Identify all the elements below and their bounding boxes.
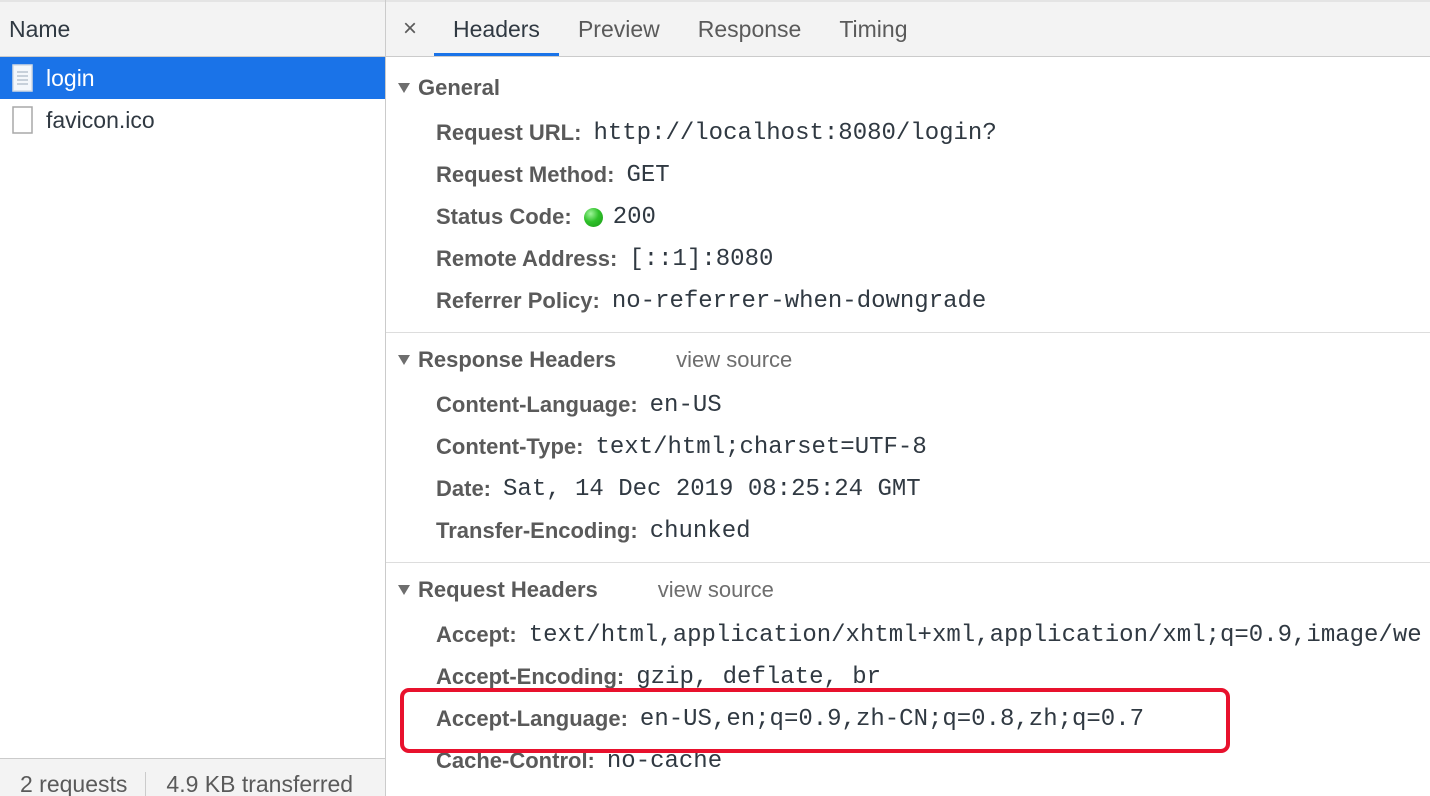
view-source-link[interactable]: view source <box>658 577 774 603</box>
tab-response[interactable]: Response <box>679 2 821 56</box>
header-value: gzip, deflate, br <box>636 663 882 691</box>
header-value: text/html;charset=UTF-8 <box>595 433 927 461</box>
blank-file-icon <box>12 106 33 134</box>
tab-preview[interactable]: Preview <box>559 2 679 56</box>
header-value: en-US,en;q=0.9,zh-CN;q=0.8,zh;q=0.7 <box>639 705 1145 733</box>
view-source-link[interactable]: view source <box>676 347 792 373</box>
tab-headers[interactable]: Headers <box>434 2 559 56</box>
status-ok-icon <box>583 207 603 227</box>
general-section-toggle[interactable]: General <box>386 67 1430 109</box>
request-count: 2 requests <box>20 771 128 796</box>
network-summary-bar: 2 requests 4.9 KB transferred <box>0 758 385 796</box>
response-headers-section: Response Headers view source Content-Lan… <box>386 333 1430 563</box>
section-title: Request Headers <box>418 577 598 602</box>
header-row: Transfer-Encoding: chunked <box>386 510 1430 552</box>
tab-timing[interactable]: Timing <box>820 2 926 56</box>
expand-triangle-icon <box>398 585 410 595</box>
header-key: Date: <box>436 476 492 501</box>
header-key: Request URL: <box>436 120 582 145</box>
details-tabbar: × Headers Preview Response Timing <box>386 0 1430 57</box>
header-value: no-referrer-when-downgrade <box>611 287 987 315</box>
header-key: Content-Type: <box>436 434 584 459</box>
header-key: Referrer Policy: <box>436 288 600 313</box>
header-value: 200 <box>612 203 656 231</box>
section-title: General <box>418 75 500 100</box>
response-headers-toggle[interactable]: Response Headers view source <box>386 339 1430 381</box>
header-row: Remote Address: [::1]:8080 <box>386 238 1430 280</box>
header-key: Accept-Encoding: <box>436 664 625 689</box>
header-key: Remote Address: <box>436 246 618 271</box>
header-value: [::1]:8080 <box>629 245 774 273</box>
name-column-header[interactable]: Name <box>0 0 385 57</box>
header-value: en-US <box>649 391 722 419</box>
request-headers-toggle[interactable]: Request Headers view source <box>386 569 1430 611</box>
header-value: http://localhost:8080/login? <box>593 119 997 147</box>
header-value: Sat, 14 Dec 2019 08:25:24 GMT <box>503 475 921 503</box>
header-row: Cache-Control: no-cache <box>386 740 1430 782</box>
request-list-pane: Name login favicon.ico 2 requests 4.9 KB… <box>0 0 386 796</box>
header-row: Accept-Encoding: gzip, deflate, br <box>386 656 1430 698</box>
header-value: GET <box>626 161 670 189</box>
header-row: Date: Sat, 14 Dec 2019 08:25:24 GMT <box>386 468 1430 510</box>
header-row: Status Code: 200 <box>386 196 1430 238</box>
header-key: Request Method: <box>436 162 615 187</box>
request-row-login[interactable]: login <box>0 57 385 99</box>
devtools-network-panel: Name login favicon.ico 2 requests 4.9 KB… <box>0 0 1430 796</box>
header-value: chunked <box>649 517 751 545</box>
request-name: login <box>46 64 95 91</box>
header-key: Content-Language: <box>436 392 638 417</box>
request-name: favicon.ico <box>46 106 155 133</box>
header-key: Accept: <box>436 622 517 647</box>
header-key: Status Code: <box>436 204 572 229</box>
general-section: General Request URL: http://localhost:80… <box>386 57 1430 333</box>
expand-triangle-icon <box>398 83 410 93</box>
document-icon <box>12 64 33 92</box>
expand-triangle-icon <box>398 355 410 365</box>
header-row: Accept: text/html,application/xhtml+xml,… <box>386 614 1430 656</box>
header-value: no-cache <box>606 747 723 775</box>
header-key: Transfer-Encoding: <box>436 518 638 543</box>
header-row: Referrer Policy: no-referrer-when-downgr… <box>386 280 1430 322</box>
header-value: text/html,application/xhtml+xml,applicat… <box>528 621 1422 649</box>
request-headers-section: Request Headers view source Accept: text… <box>386 563 1430 782</box>
header-row: Request URL: http://localhost:8080/login… <box>386 112 1430 154</box>
transferred-size: 4.9 KB transferred <box>166 771 354 796</box>
request-row-favicon[interactable]: favicon.ico <box>0 99 385 141</box>
header-key: Accept-Language: <box>436 706 628 731</box>
header-row: Request Method: GET <box>386 154 1430 196</box>
header-key: Cache-Control: <box>436 748 595 773</box>
header-row: Content-Language: en-US <box>386 384 1430 426</box>
header-row: Content-Type: text/html;charset=UTF-8 <box>386 426 1430 468</box>
request-details-pane: × Headers Preview Response Timing Genera… <box>386 0 1430 796</box>
section-title: Response Headers <box>418 347 617 372</box>
close-icon[interactable]: × <box>386 2 434 56</box>
header-row: Accept-Language: en-US,en;q=0.9,zh-CN;q=… <box>386 698 1430 740</box>
